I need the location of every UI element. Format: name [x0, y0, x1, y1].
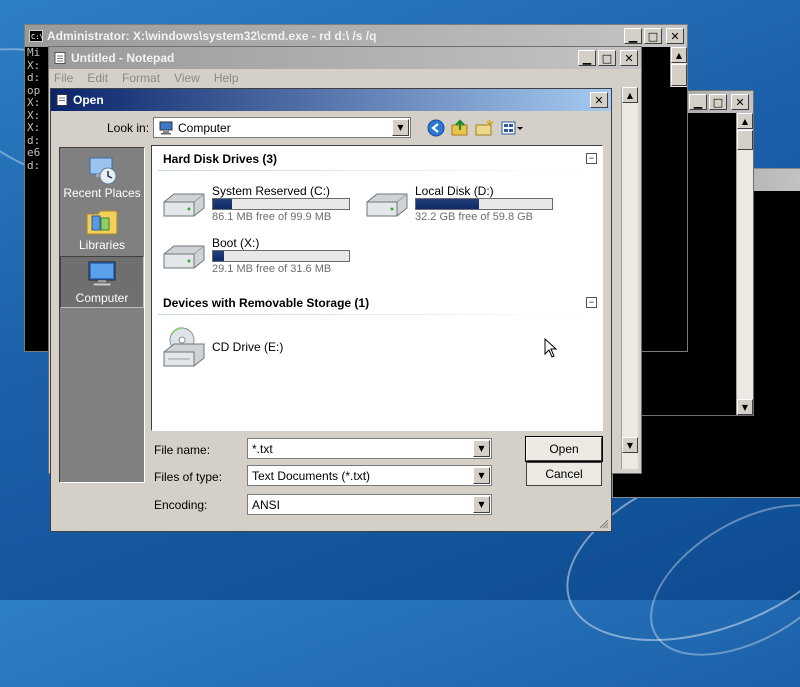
place-computer[interactable]: Computer [60, 256, 144, 308]
menu-edit[interactable]: Edit [87, 71, 108, 85]
vertical-scrollbar[interactable]: ▲ ▼ [736, 113, 753, 415]
group-hard-disk-drives: Hard Disk Drives (3) [163, 152, 278, 166]
open-dialog[interactable]: Open ✕ Look in: Computer ▼ Recent Places… [50, 88, 612, 532]
computer-icon [88, 261, 116, 287]
group-removable-storage: Devices with Removable Storage (1) [163, 296, 370, 310]
back-icon[interactable] [427, 119, 445, 137]
scroll-up-button[interactable]: ▲ [737, 113, 753, 129]
file-type-select[interactable]: Text Documents (*.txt) ▼ [247, 465, 492, 486]
minimize-button[interactable]: ▁ [624, 28, 642, 44]
drive-usage-fill [213, 251, 224, 261]
dropdown-arrow-icon[interactable]: ▼ [473, 440, 490, 457]
notepad-app-icon [54, 52, 66, 64]
open-dialog-title: Open [73, 93, 104, 107]
new-folder-icon[interactable] [475, 119, 495, 137]
close-button[interactable]: ✕ [590, 92, 608, 108]
scroll-down-button[interactable]: ▼ [737, 399, 753, 415]
group-divider [158, 314, 598, 315]
mouse-cursor-icon [544, 338, 558, 358]
notepad-app-icon [56, 94, 68, 106]
drive-usage-bar [212, 250, 350, 262]
drive-free-space: 32.2 GB free of 59.8 GB [415, 211, 534, 223]
dropdown-arrow-icon[interactable]: ▼ [392, 119, 409, 136]
close-button[interactable]: ✕ [731, 94, 749, 110]
cmd-app-icon: C:\ [29, 30, 43, 42]
svg-text:C:\: C:\ [31, 33, 43, 41]
menu-view[interactable]: View [174, 71, 200, 85]
place-label: Computer [75, 291, 129, 305]
toolbar [427, 119, 525, 137]
menu-format[interactable]: Format [122, 71, 160, 85]
drive-name: System Reserved (C:) [212, 184, 331, 198]
recent-places-icon [89, 157, 117, 185]
encoding-label: Encoding: [154, 498, 208, 512]
scroll-up-button[interactable]: ▲ [671, 47, 687, 63]
file-name-value: *.txt [252, 441, 273, 456]
drive-name: CD Drive (E:) [212, 340, 284, 354]
cancel-button[interactable]: Cancel [526, 462, 602, 486]
hard-disk-icon [163, 245, 205, 269]
look-in-combobox[interactable]: Computer ▼ [153, 117, 411, 138]
vertical-scrollbar[interactable]: ▲ [670, 47, 687, 87]
maximize-button[interactable]: □ [709, 94, 727, 110]
notepad-menubar: File Edit Format View Help [49, 69, 239, 87]
resize-grip-icon[interactable] [597, 517, 609, 529]
file-name-combobox[interactable]: *.txt ▼ [247, 438, 492, 459]
hard-disk-icon [366, 193, 408, 217]
scroll-thumb[interactable] [737, 130, 753, 150]
file-type-label: Files of type: [154, 470, 223, 484]
maximize-button[interactable]: □ [598, 50, 616, 66]
places-bar: Recent Places Libraries Computer [59, 147, 145, 483]
file-name-label: File name: [154, 443, 211, 457]
libraries-icon [86, 210, 118, 235]
close-button[interactable]: ✕ [666, 28, 684, 44]
file-list-pane[interactable]: Hard Disk Drives (3) − System Reserved (… [151, 145, 603, 431]
minimize-button[interactable]: ▁ [578, 50, 596, 66]
drive-free-space: 86.1 MB free of 99.9 MB [212, 211, 332, 223]
notepad-titlebar[interactable]: Untitled - Notepad ▁ □ ✕ [49, 47, 641, 69]
minimize-button[interactable]: ▁ [689, 94, 707, 110]
cmd-titlebar[interactable]: C:\ Administrator: X:\windows\system32\c… [25, 25, 687, 47]
size-grip[interactable] [622, 453, 638, 469]
scroll-thumb[interactable] [671, 64, 687, 86]
menu-file[interactable]: File [54, 71, 73, 85]
scroll-up-button[interactable]: ▲ [622, 87, 638, 103]
group-divider [158, 170, 598, 171]
scroll-down-button[interactable]: ▼ [622, 437, 638, 453]
drive-usage-bar [212, 198, 350, 210]
drive-usage-fill [213, 199, 233, 209]
drive-usage-bar [415, 198, 553, 210]
drive-free-space: 29.1 MB free of 31.6 MB [212, 263, 332, 275]
place-label: Recent Places [63, 186, 141, 200]
maximize-button[interactable]: □ [644, 28, 662, 44]
place-label: Libraries [78, 238, 126, 252]
cd-drive-icon [163, 327, 205, 367]
dropdown-arrow-icon[interactable]: ▼ [473, 467, 490, 484]
vertical-scrollbar[interactable]: ▲ ▼ [621, 87, 638, 469]
up-folder-icon[interactable] [451, 119, 469, 137]
drive-usage-fill [416, 199, 479, 209]
drive-name: Boot (X:) [212, 236, 260, 250]
cmd-title: Administrator: X:\windows\system32\cmd.e… [47, 29, 377, 43]
place-libraries[interactable]: Libraries [60, 204, 144, 254]
encoding-value: ANSI [252, 497, 281, 512]
place-recent-places[interactable]: Recent Places [60, 152, 144, 202]
close-button[interactable]: ✕ [620, 50, 638, 66]
encoding-select[interactable]: ANSI ▼ [247, 494, 492, 515]
collapse-group-button[interactable]: − [586, 297, 597, 308]
collapse-group-button[interactable]: − [586, 153, 597, 164]
drive-name: Local Disk (D:) [415, 184, 494, 198]
computer-icon [159, 121, 173, 134]
view-menu-icon[interactable] [501, 119, 525, 137]
open-dialog-titlebar[interactable]: Open ✕ [51, 89, 611, 111]
notepad-title: Untitled - Notepad [71, 51, 175, 65]
dropdown-arrow-icon[interactable]: ▼ [473, 496, 490, 513]
hard-disk-icon [163, 193, 205, 217]
look-in-label: Look in: [107, 121, 150, 135]
menu-help[interactable]: Help [214, 71, 239, 85]
open-button[interactable]: Open [525, 436, 603, 462]
look-in-value: Computer [178, 120, 231, 135]
file-type-value: Text Documents (*.txt) [252, 468, 371, 483]
